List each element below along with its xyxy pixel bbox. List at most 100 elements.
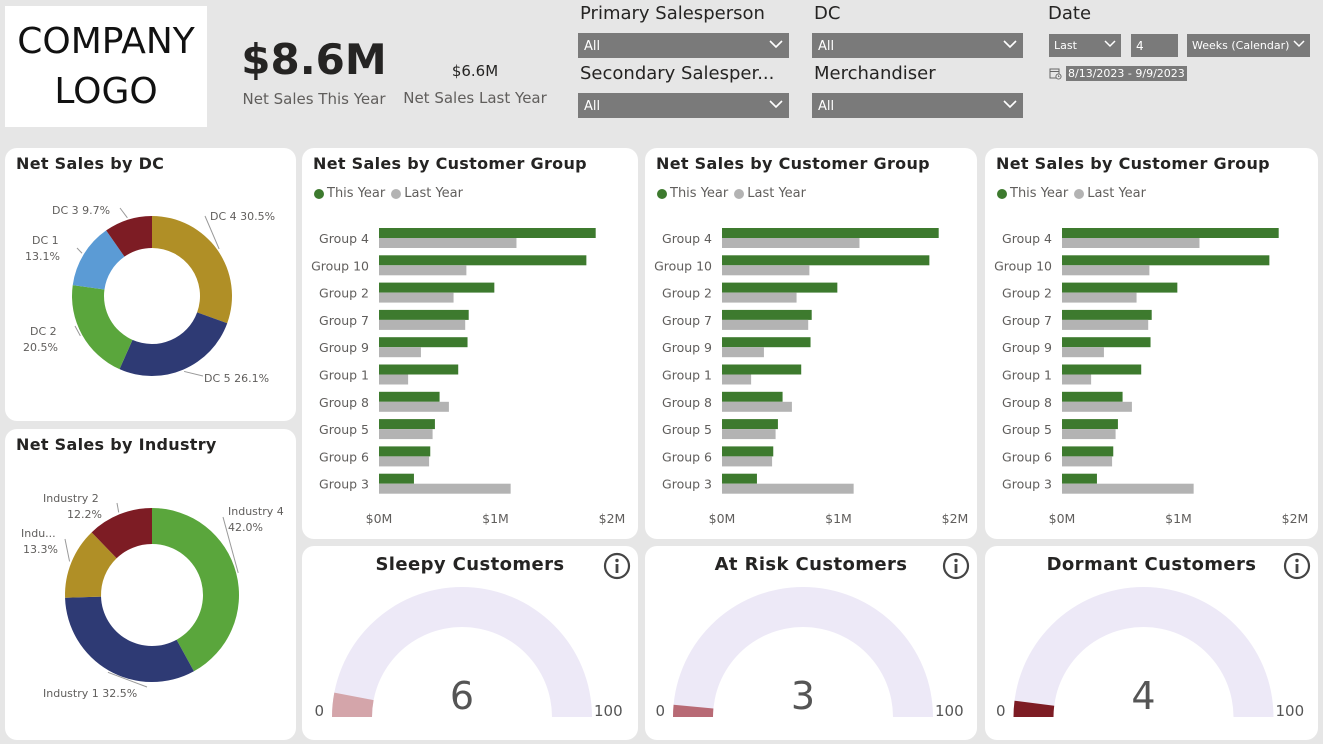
legend-item-last-year[interactable]: Last Year: [391, 186, 463, 201]
bar-last-year[interactable]: [379, 347, 421, 358]
date-count-input[interactable]: 4: [1131, 34, 1178, 57]
bar-this-year[interactable]: [722, 391, 783, 402]
bar-last-year[interactable]: [379, 292, 454, 303]
date-range[interactable]: 8/13/2023 - 9/9/2023: [1049, 66, 1187, 81]
primary-salesperson-dropdown[interactable]: All: [578, 33, 789, 58]
kpi-net-sales-last-year: $6.6M Net Sales Last Year: [398, 60, 552, 107]
bar-this-year[interactable]: [1062, 419, 1118, 430]
bar-this-year[interactable]: [1062, 337, 1151, 348]
bar-this-year[interactable]: [379, 255, 587, 266]
bar-last-year[interactable]: [379, 483, 511, 494]
chevron-down-icon: [1104, 40, 1116, 48]
legend-item-this-year[interactable]: This Year: [314, 186, 385, 201]
bar-this-year[interactable]: [379, 309, 469, 320]
bar-last-year[interactable]: [1062, 483, 1194, 494]
at-risk-customers-card: At Risk Customers 3 0 100: [645, 546, 977, 740]
legend-item-last-year[interactable]: Last Year: [734, 186, 806, 201]
bar-this-year[interactable]: [379, 446, 431, 457]
bar-last-year[interactable]: [722, 456, 773, 467]
bar-this-year[interactable]: [379, 391, 440, 402]
bar-last-year[interactable]: [379, 265, 467, 276]
bar-this-year[interactable]: [379, 364, 459, 375]
donut-slice[interactable]: [72, 285, 133, 370]
bar-this-year[interactable]: [1062, 473, 1097, 484]
gauge-min: 0: [996, 702, 1006, 720]
bar-this-year[interactable]: [1062, 309, 1152, 320]
donut-slice[interactable]: [152, 216, 233, 324]
bar-this-year[interactable]: [1062, 282, 1178, 293]
bar-last-year[interactable]: [722, 265, 810, 276]
bar-last-year[interactable]: [1062, 347, 1104, 358]
bar-this-year[interactable]: [1062, 255, 1270, 266]
category-label: Group 7: [319, 313, 369, 328]
chart-legend: This Year Last Year: [314, 186, 463, 201]
dc-dropdown[interactable]: All: [812, 33, 1023, 58]
net-sales-by-industry-donut: Industry 4 42.0% Industry 1 32.5% Indu... 13…: [21, 492, 284, 700]
bar-last-year[interactable]: [379, 238, 517, 248]
bar-last-year[interactable]: [1062, 429, 1116, 440]
bar-this-year[interactable]: [722, 446, 774, 457]
donut-slice[interactable]: [119, 312, 228, 376]
category-label: Group 4: [1002, 231, 1052, 246]
bar-last-year[interactable]: [722, 401, 792, 412]
card-title: Net Sales by Customer Group: [996, 154, 1270, 173]
bar-this-year[interactable]: [1062, 446, 1114, 457]
slice-label: DC 2: [30, 325, 57, 338]
bar-this-year[interactable]: [1062, 228, 1279, 238]
bar-last-year[interactable]: [1062, 401, 1132, 412]
bar-last-year[interactable]: [722, 238, 860, 248]
bar-this-year[interactable]: [379, 419, 435, 430]
category-label: Group 3: [319, 477, 369, 492]
bar-last-year[interactable]: [1062, 319, 1149, 330]
category-label: Group 2: [662, 286, 712, 301]
bar-last-year[interactable]: [722, 292, 797, 303]
bar-last-year[interactable]: [1062, 292, 1137, 303]
at-risk-customers-gauge: 3 0 100: [655, 587, 964, 720]
x-tick-label: $0M: [366, 511, 393, 526]
bar-this-year[interactable]: [722, 255, 930, 266]
bar-last-year[interactable]: [722, 374, 752, 385]
legend-item-this-year[interactable]: This Year: [657, 186, 728, 201]
card-title: Net Sales by Customer Group: [313, 154, 587, 173]
category-label: Group 8: [662, 395, 712, 410]
bar-this-year[interactable]: [722, 228, 939, 238]
bar-last-year[interactable]: [722, 347, 764, 358]
bar-this-year[interactable]: [1062, 391, 1123, 402]
legend-item-this-year[interactable]: This Year: [997, 186, 1068, 201]
slice-label: DC 1: [32, 234, 59, 247]
secondary-salesperson-dropdown[interactable]: All: [578, 93, 789, 118]
bar-this-year[interactable]: [722, 282, 838, 293]
bar-last-year[interactable]: [1062, 238, 1200, 248]
input-value: 4: [1136, 39, 1144, 53]
bar-last-year[interactable]: [1062, 456, 1113, 467]
category-label: Group 2: [1002, 286, 1052, 301]
legend-item-last-year[interactable]: Last Year: [1074, 186, 1146, 201]
date-unit-dropdown[interactable]: Weeks (Calendar): [1187, 34, 1310, 57]
merchandiser-dropdown[interactable]: All: [812, 93, 1023, 118]
bar-this-year[interactable]: [722, 419, 778, 430]
bar-this-year[interactable]: [379, 337, 468, 348]
bar-last-year[interactable]: [379, 374, 409, 385]
bar-this-year[interactable]: [379, 282, 495, 293]
bar-last-year[interactable]: [722, 319, 809, 330]
bar-last-year[interactable]: [1062, 265, 1150, 276]
bar-this-year[interactable]: [722, 337, 811, 348]
bar-this-year[interactable]: [379, 473, 414, 484]
legend-marker: [734, 188, 745, 199]
bar-last-year[interactable]: [722, 429, 776, 440]
bar-last-year[interactable]: [379, 456, 430, 467]
bar-last-year[interactable]: [379, 429, 433, 440]
bar-last-year[interactable]: [1062, 374, 1092, 385]
bar-this-year[interactable]: [1062, 364, 1142, 375]
bar-this-year[interactable]: [722, 364, 802, 375]
date-mode-dropdown[interactable]: Last: [1049, 34, 1121, 57]
bar-last-year[interactable]: [379, 401, 449, 412]
bar-this-year[interactable]: [722, 473, 757, 484]
bar-this-year[interactable]: [379, 228, 596, 238]
bar-last-year[interactable]: [722, 483, 854, 494]
chevron-down-icon: [1003, 40, 1017, 49]
gauge-min: 0: [314, 702, 324, 720]
bar-this-year[interactable]: [722, 309, 812, 320]
donut-slice[interactable]: [65, 596, 194, 682]
bar-last-year[interactable]: [379, 319, 466, 330]
